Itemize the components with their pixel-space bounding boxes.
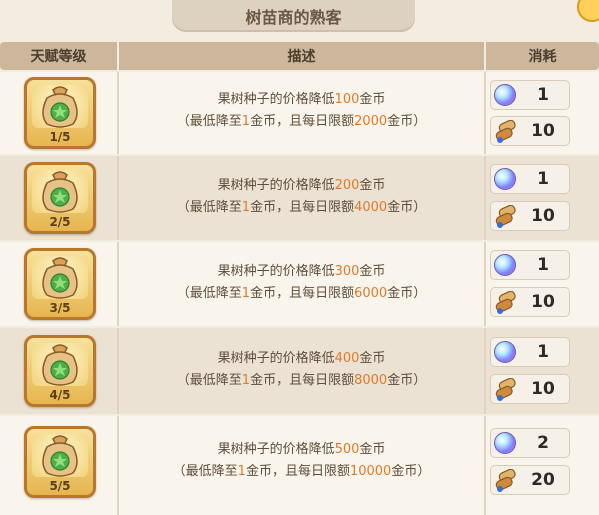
table-row: 1/5 果树种子的价格降低100金币 （最低降至1金币，且每日限额2000金币）… bbox=[0, 72, 599, 154]
header-description: 描述 bbox=[119, 42, 484, 70]
table-row: 5/5 果树种子的价格降低500金币 （最低降至1金币，且每日限额10000金币… bbox=[0, 416, 599, 515]
table-row: 3/5 果树种子的价格降低300金币 （最低降至1金币，且每日限额6000金币）… bbox=[0, 242, 599, 326]
description: 果树种子的价格降低300金币 （最低降至1金币，且每日限额6000金币） bbox=[176, 264, 427, 301]
crystal-orb-icon bbox=[494, 84, 516, 106]
cost-orb: 1 bbox=[490, 250, 570, 280]
scroll-icon bbox=[495, 120, 516, 143]
seed-bag-icon[interactable]: 4/5 bbox=[24, 335, 96, 407]
cost-orb: 1 bbox=[490, 164, 570, 194]
talent-level-label: 5/5 bbox=[49, 479, 71, 493]
cost-orb: 1 bbox=[490, 337, 570, 367]
panel-title: 树苗商的熟客 bbox=[172, 0, 415, 32]
talent-level-label: 4/5 bbox=[49, 388, 71, 402]
talent-level-label: 1/5 bbox=[49, 130, 71, 144]
corner-close-button[interactable] bbox=[577, 0, 599, 22]
table-header: 天赋等级 描述 消耗 bbox=[0, 42, 599, 70]
cost-scroll: 10 bbox=[490, 116, 570, 146]
header-cost: 消耗 bbox=[486, 42, 599, 70]
cost-scroll: 20 bbox=[490, 465, 570, 495]
crystal-orb-icon bbox=[494, 432, 516, 454]
talent-level-label: 2/5 bbox=[49, 215, 71, 229]
description: 果树种子的价格降低100金币 （最低降至1金币，且每日限额2000金币） bbox=[176, 92, 427, 129]
seed-bag-icon[interactable]: 5/5 bbox=[24, 426, 96, 498]
cost-scroll: 10 bbox=[490, 374, 570, 404]
crystal-orb-icon bbox=[494, 254, 516, 276]
description: 果树种子的价格降低200金币 （最低降至1金币，且每日限额4000金币） bbox=[176, 178, 427, 215]
table-row: 2/5 果树种子的价格降低200金币 （最低降至1金币，且每日限额4000金币）… bbox=[0, 156, 599, 240]
description: 果树种子的价格降低500金币 （最低降至1金币，且每日限额10000金币） bbox=[172, 442, 431, 479]
header-talent-level: 天赋等级 bbox=[0, 42, 117, 70]
cost-orb: 1 bbox=[490, 80, 570, 110]
cost-scroll: 10 bbox=[490, 201, 570, 231]
table-row: 4/5 果树种子的价格降低400金币 （最低降至1金币，且每日限额8000金币）… bbox=[0, 328, 599, 414]
scroll-icon bbox=[495, 205, 516, 228]
seed-bag-icon[interactable]: 1/5 bbox=[24, 77, 96, 149]
cost-scroll: 10 bbox=[490, 287, 570, 317]
scroll-icon bbox=[495, 378, 516, 401]
crystal-orb-icon bbox=[494, 341, 516, 363]
talent-level-label: 3/5 bbox=[49, 301, 71, 315]
scroll-icon bbox=[495, 291, 516, 314]
cost-orb: 2 bbox=[490, 428, 570, 458]
description: 果树种子的价格降低400金币 （最低降至1金币，且每日限额8000金币） bbox=[176, 351, 427, 388]
seed-bag-icon[interactable]: 2/5 bbox=[24, 162, 96, 234]
crystal-orb-icon bbox=[494, 168, 516, 190]
seed-bag-icon[interactable]: 3/5 bbox=[24, 248, 96, 320]
scroll-icon bbox=[495, 469, 516, 492]
